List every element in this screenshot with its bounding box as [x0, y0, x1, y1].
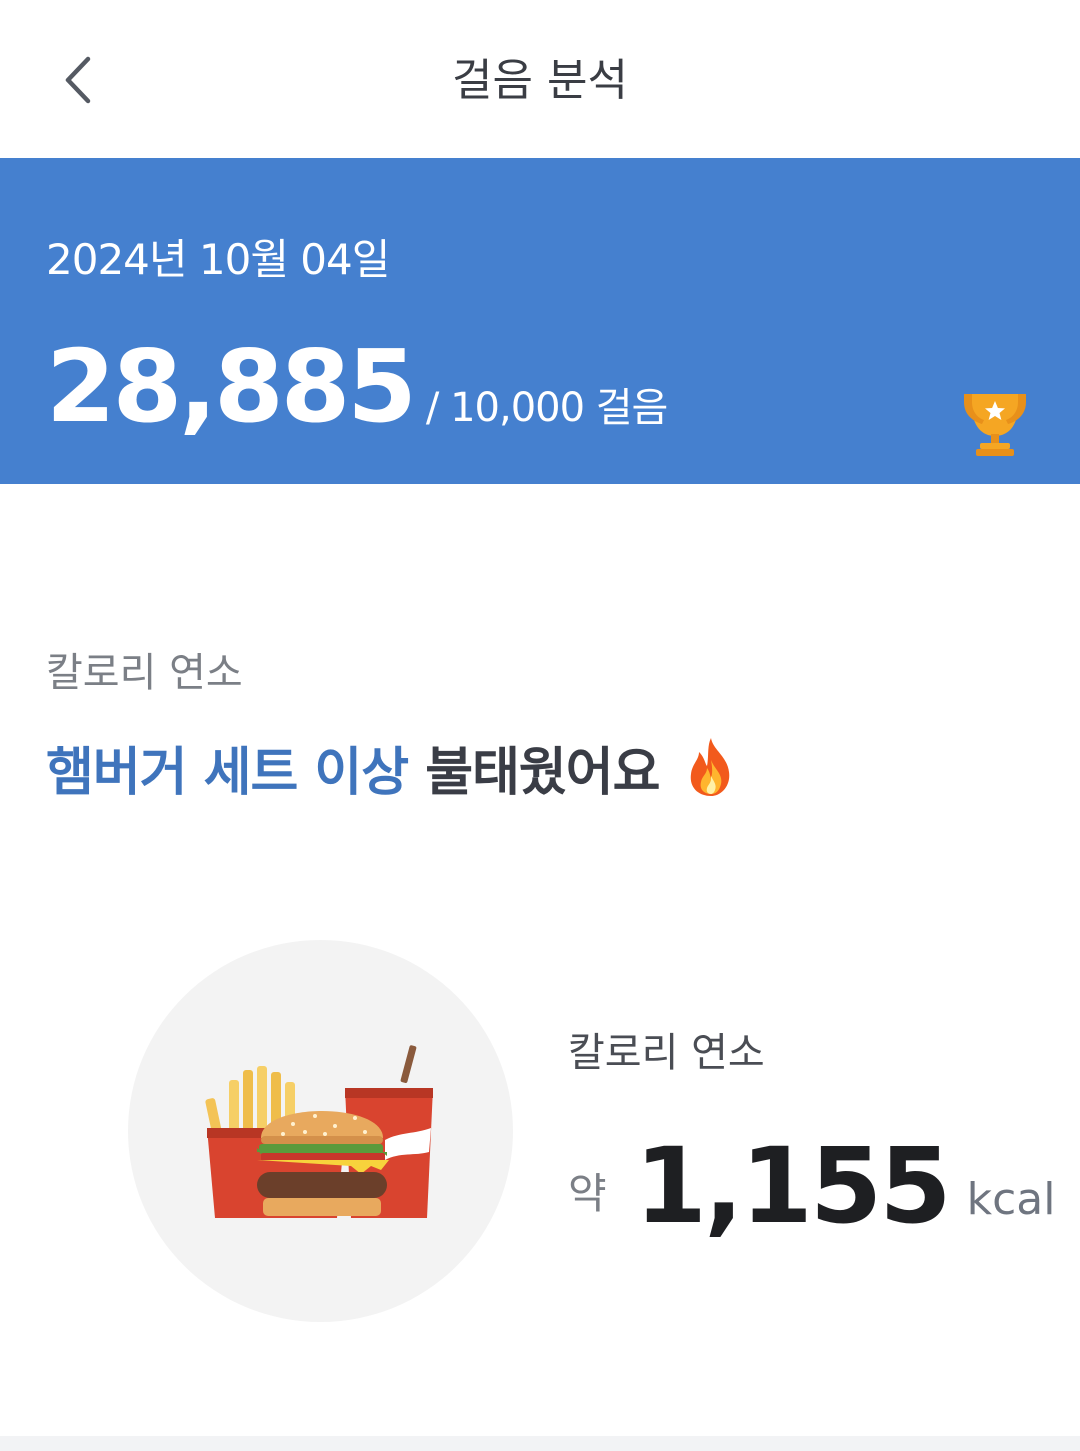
headline-rest: 불태웠어요	[425, 743, 660, 803]
calorie-value-row: 약 1,155 kcal	[568, 1125, 1055, 1247]
date-label: 2024년 10월 04일	[46, 235, 390, 284]
burger-set-illustration	[205, 1045, 433, 1218]
page-title: 걸음 분석	[452, 55, 628, 106]
steps-summary: 28,885/ 10,000 걸음	[46, 328, 668, 445]
calorie-card-label: 칼로리 연소	[568, 1030, 765, 1076]
step-count: 28,885	[46, 328, 417, 445]
kcal-value: 1,155	[634, 1125, 952, 1247]
approx-label: 약	[568, 1169, 607, 1218]
kcal-unit: kcal	[966, 1174, 1056, 1225]
steps-banner: 2024년 10월 04일 28,885/ 10,000 걸음	[0, 158, 1080, 484]
headline-highlight: 햄버거 세트 이상	[46, 743, 409, 803]
app-header: 걸음 분석	[0, 0, 1080, 158]
calorie-headline: 햄버거 세트 이상 불태웠어요	[46, 730, 739, 805]
fire-emoji	[690, 738, 729, 796]
bottom-divider	[0, 1436, 1080, 1451]
step-goal: / 10,000 걸음	[425, 385, 668, 431]
calorie-section-label: 칼로리 연소	[46, 650, 243, 696]
trophy-icon	[964, 394, 1026, 456]
